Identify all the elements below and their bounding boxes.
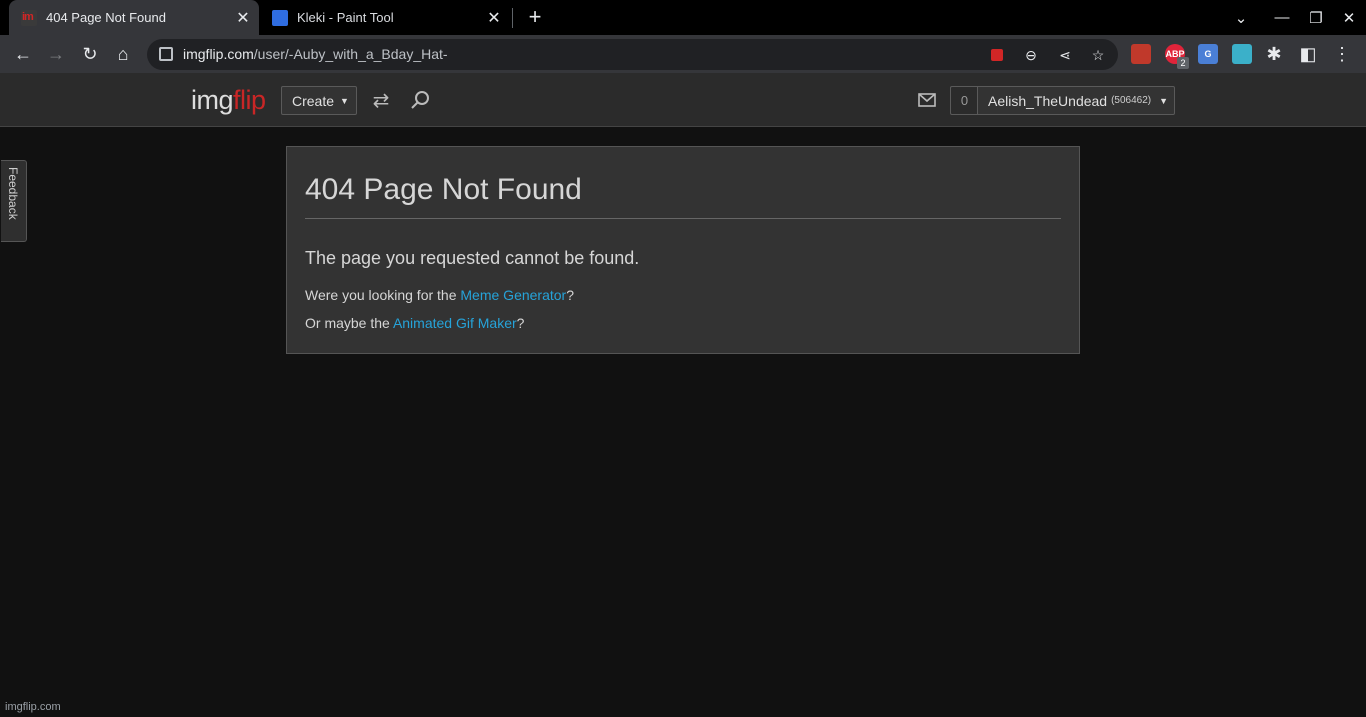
close-tab-icon[interactable]: ✕ — [482, 6, 506, 30]
close-tab-icon[interactable]: ✕ — [231, 6, 255, 30]
animated-gif-maker-link[interactable]: Animated Gif Maker — [393, 315, 517, 331]
translate-icon[interactable]: G — [1198, 44, 1218, 64]
tab-404-page[interactable]: 404 Page Not Found ✕ — [9, 0, 259, 35]
notification-count[interactable]: 0 — [950, 86, 978, 115]
minimize-button[interactable]: — — [1265, 0, 1299, 35]
browser-toolbar: ← → ↻ ⌂ imgflip.com/user/-Auby_with_a_Bd… — [0, 35, 1366, 73]
adblock-badge: 2 — [1177, 57, 1189, 69]
user-menu-button[interactable]: Aelish_TheUndead (506462) ▼ — [977, 86, 1175, 115]
imgflip-page-action-icon[interactable] — [986, 44, 1008, 66]
divider — [305, 218, 1061, 219]
suggestion-line-1: Were you looking for the Meme Generator? — [305, 287, 575, 303]
shuffle-icon[interactable]: ⇄ — [368, 88, 394, 112]
create-label: Create — [292, 92, 335, 109]
imgflip-logo[interactable]: imgflip — [191, 85, 266, 116]
extension-book-icon[interactable] — [1131, 44, 1151, 64]
close-window-button[interactable]: ✕ — [1332, 0, 1366, 35]
browser-menu-icon[interactable]: ⋮ — [1327, 39, 1357, 69]
restore-button[interactable]: ❐ — [1299, 0, 1333, 35]
imgflip-favicon-icon — [21, 9, 37, 26]
tab-kleki[interactable]: Kleki - Paint Tool ✕ — [260, 0, 510, 35]
feedback-tab[interactable]: Feedback — [1, 160, 27, 242]
tab-separator — [512, 8, 513, 28]
zoom-icon[interactable]: ⊖ — [1020, 44, 1042, 66]
feedback-label: Feedback — [6, 167, 20, 220]
error-panel: 404 Page Not Found The page you requeste… — [286, 146, 1080, 354]
back-button[interactable]: ← — [8, 39, 38, 69]
bookmark-star-icon[interactable]: ☆ — [1087, 44, 1109, 66]
url-text[interactable]: imgflip.com/user/-Auby_with_a_Bday_Hat- — [183, 46, 448, 62]
caret-down-icon: ▼ — [340, 95, 349, 106]
caret-down-icon: ▼ — [1159, 95, 1169, 106]
extensions-puzzle-icon[interactable]: ✱ — [1259, 39, 1289, 69]
site-info-icon[interactable] — [159, 47, 173, 61]
suggestion-line-2: Or maybe the Animated Gif Maker? — [305, 315, 525, 331]
browser-tab-strip: 404 Page Not Found ✕ Kleki - Paint Tool … — [0, 0, 1366, 35]
new-tab-button[interactable]: + — [522, 4, 548, 30]
home-button[interactable]: ⌂ — [108, 39, 138, 69]
mail-icon[interactable] — [914, 88, 940, 112]
reload-button[interactable]: ↻ — [75, 39, 105, 69]
extension-image-icon[interactable] — [1232, 44, 1252, 64]
tab-search-chevron-icon[interactable]: ⌄ — [1224, 0, 1258, 35]
search-icon[interactable] — [407, 88, 433, 112]
meme-generator-link[interactable]: Meme Generator — [460, 287, 566, 303]
share-icon[interactable]: ⋖ — [1054, 44, 1076, 66]
side-panel-icon[interactable]: ◧ — [1293, 39, 1323, 69]
address-bar[interactable]: imgflip.com/user/-Auby_with_a_Bday_Hat- … — [147, 39, 1118, 70]
forward-button[interactable]: → — [41, 39, 71, 69]
tab-title: 404 Page Not Found — [46, 10, 166, 25]
status-bar-url: imgflip.com — [0, 700, 66, 717]
kleki-favicon-icon — [272, 9, 288, 26]
username: Aelish_TheUndead — [988, 92, 1108, 109]
error-message: The page you requested cannot be found. — [305, 248, 640, 268]
create-dropdown-button[interactable]: Create ▼ — [281, 86, 357, 115]
tab-title: Kleki - Paint Tool — [297, 10, 394, 25]
user-points: (506462) — [1111, 95, 1152, 106]
page-title: 404 Page Not Found — [305, 173, 582, 206]
